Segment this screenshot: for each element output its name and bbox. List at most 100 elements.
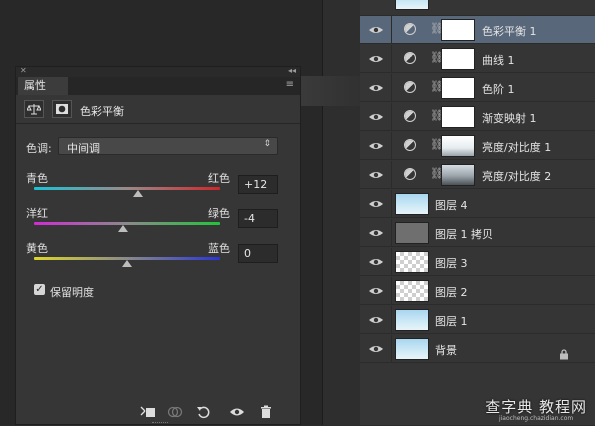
collapse-icon[interactable]: ◂◂: [288, 66, 296, 76]
layer-mask-thumbnail[interactable]: [441, 106, 475, 128]
layer-thumbnail[interactable]: [395, 222, 429, 244]
layer-mask-thumbnail[interactable]: [441, 19, 475, 41]
panel-scrollbar[interactable]: [286, 127, 294, 397]
layer-name: 色彩平衡 1: [482, 25, 537, 38]
layer-row[interactable]: 图层 2: [360, 277, 595, 305]
layer-name: 图层 3: [435, 257, 468, 270]
layer-name: 图层 1: [435, 315, 468, 328]
view-previous-state-icon[interactable]: [166, 405, 183, 419]
slider-cyan-label: 青色: [26, 172, 48, 185]
layer-name: 图层 4: [435, 199, 468, 212]
visibility-eye-icon[interactable]: [368, 197, 384, 211]
layer-row[interactable]: 图层 1: [360, 306, 595, 334]
adjustment-layer-icon: [404, 52, 416, 64]
header-divider: [16, 123, 300, 124]
panel-title: 色彩平衡: [80, 105, 124, 118]
row-separator: [391, 74, 392, 102]
link-chain-icon[interactable]: ⛓: [430, 167, 444, 181]
clip-to-layer-icon[interactable]: [140, 405, 156, 419]
panel-menu-icon[interactable]: ≡: [286, 79, 294, 90]
close-icon[interactable]: ✕: [20, 66, 27, 76]
visibility-eye-icon[interactable]: [229, 405, 245, 419]
layer-mask-thumbnail[interactable]: [441, 135, 475, 157]
link-chain-icon[interactable]: ⛓: [430, 109, 444, 123]
panel-titlebar[interactable]: ✕ ◂◂: [16, 66, 300, 77]
visibility-eye-icon[interactable]: [368, 284, 384, 298]
layer-mask-thumbnail[interactable]: [441, 77, 475, 99]
layer-thumbnail[interactable]: [395, 251, 429, 273]
watermark-sub: jiaocheng.chazidian.com: [498, 415, 574, 422]
tab-properties[interactable]: 属性: [18, 77, 68, 95]
slider-magenta-label: 洋红: [26, 207, 48, 220]
layer-thumbnail[interactable]: [395, 280, 429, 302]
visibility-eye-icon[interactable]: [368, 342, 384, 356]
visibility-eye-icon[interactable]: [368, 226, 384, 240]
layer-name: 亮度/对比度 1: [482, 141, 552, 154]
row-separator: [391, 277, 392, 305]
layer-row[interactable]: ⛓ 亮度/对比度 1: [360, 132, 595, 160]
layer-row[interactable]: ⛓ 曲线 1: [360, 45, 595, 73]
preserve-luminosity-label: 保留明度: [50, 286, 94, 299]
layer-row[interactable]: 图层 4: [360, 190, 595, 218]
layer-row[interactable]: 图层 3: [360, 248, 595, 276]
visibility-eye-icon[interactable]: [368, 168, 384, 182]
adjustment-layer-icon: [404, 139, 416, 151]
visibility-eye-icon[interactable]: [368, 23, 384, 37]
adjustment-layer-icon: [404, 110, 416, 122]
updown-arrows-icon: ⇕: [263, 139, 271, 149]
visibility-eye-icon[interactable]: [368, 139, 384, 153]
row-separator: [391, 335, 392, 363]
layer-thumbnail: [395, 0, 429, 10]
visibility-eye-icon[interactable]: [368, 81, 384, 95]
layer-mask-thumbnail[interactable]: [441, 48, 475, 70]
link-chain-icon[interactable]: ⛓: [430, 138, 444, 152]
slider-yellow-label: 黄色: [26, 242, 48, 255]
magenta-green-thumb[interactable]: [118, 225, 129, 232]
layer-row-partial[interactable]: [360, 0, 595, 16]
watermark: 查字典 教程网 jiaocheng.chazidian.com: [485, 396, 587, 422]
adjustment-layer-icon: [404, 168, 416, 180]
layers-panel: ⛓ 色彩平衡 1 ⛓ 曲线 1 ⛓ 色阶 1 ⛓ 渐变映射 1 ⛓ 亮度/对比度 1 ⛓ 亮度/对比度…: [360, 0, 595, 425]
layer-name: 色阶 1: [482, 83, 515, 96]
balance-scale-icon[interactable]: [24, 100, 44, 118]
layer-thumbnail[interactable]: [395, 338, 429, 360]
lock-icon: [559, 349, 569, 363]
layer-thumbnail[interactable]: [395, 193, 429, 215]
layer-mask-icon[interactable]: [52, 100, 72, 118]
layer-name: 曲线 1: [482, 54, 515, 67]
reset-icon[interactable]: [196, 405, 212, 419]
layer-row[interactable]: ⛓ 渐变映射 1: [360, 103, 595, 131]
layer-row[interactable]: ⛓ 色彩平衡 1: [360, 16, 595, 44]
dock-strip: [323, 0, 360, 425]
visibility-eye-icon[interactable]: [368, 255, 384, 269]
layer-name: 亮度/对比度 2: [482, 170, 552, 183]
row-separator: [391, 103, 392, 131]
yellow-blue-value[interactable]: 0: [238, 244, 278, 263]
visibility-eye-icon[interactable]: [368, 110, 384, 124]
preserve-luminosity-checkbox[interactable]: ✓: [34, 284, 45, 295]
visibility-eye-icon[interactable]: [368, 313, 384, 327]
tone-select-value: 中间调: [67, 142, 100, 155]
layer-row[interactable]: ⛓ 亮度/对比度 2: [360, 161, 595, 189]
layer-thumbnail[interactable]: [395, 309, 429, 331]
link-chain-icon[interactable]: ⛓: [430, 80, 444, 94]
layer-name: 渐变映射 1: [482, 112, 537, 125]
layer-name: 背景: [435, 344, 457, 357]
resize-handle[interactable]: [152, 422, 168, 426]
layer-row[interactable]: 图层 1 拷贝: [360, 219, 595, 247]
cyan-red-thumb[interactable]: [133, 190, 144, 197]
tone-select[interactable]: 中间调 ⇕: [58, 137, 278, 155]
row-separator: [391, 190, 392, 218]
trash-icon[interactable]: [258, 405, 274, 419]
cyan-red-track[interactable]: [34, 187, 220, 190]
cyan-red-value[interactable]: +12: [238, 175, 278, 194]
visibility-eye-icon[interactable]: [368, 52, 384, 66]
link-chain-icon[interactable]: ⛓: [430, 51, 444, 65]
adjustment-layer-icon: [404, 81, 416, 93]
layer-mask-thumbnail[interactable]: [441, 164, 475, 186]
yellow-blue-thumb[interactable]: [122, 260, 132, 267]
link-chain-icon[interactable]: ⛓: [430, 22, 444, 36]
layer-row[interactable]: ⛓ 色阶 1: [360, 74, 595, 102]
row-separator: [391, 45, 392, 73]
magenta-green-value[interactable]: -4: [238, 209, 278, 228]
